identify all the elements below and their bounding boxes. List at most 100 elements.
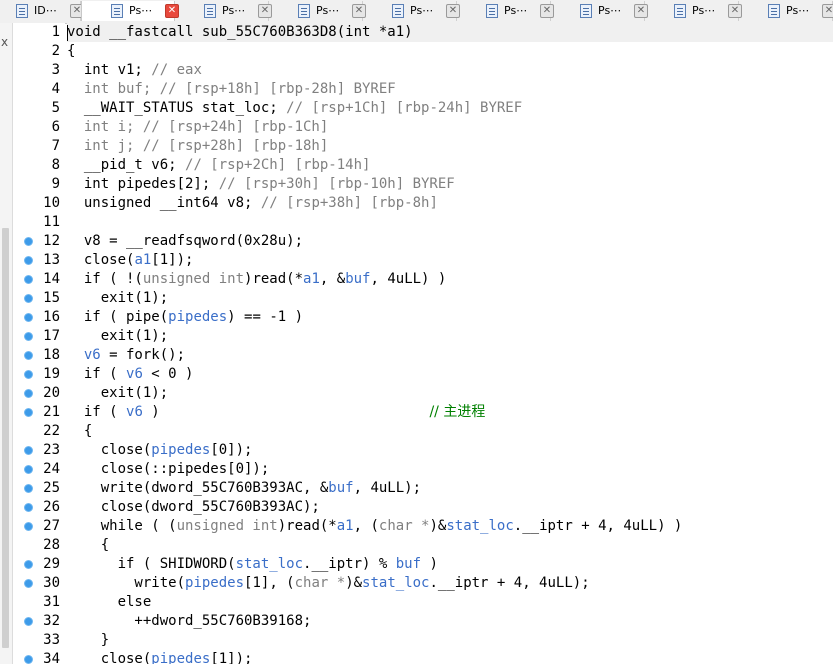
code-line[interactable]: v6 = fork();: [67, 346, 833, 365]
gutter-row[interactable]: 4: [13, 80, 65, 99]
code-line[interactable]: exit(1);: [67, 384, 833, 403]
tab-8[interactable]: Ps⋯ ✕: [645, 1, 742, 21]
gutter-row[interactable]: 33: [13, 631, 65, 650]
code-line[interactable]: close(pipedes[0]);: [67, 441, 833, 460]
gutter-row[interactable]: 31: [13, 593, 65, 612]
breakpoint-dot-icon[interactable]: [24, 617, 33, 626]
gutter-row[interactable]: 22: [13, 422, 65, 441]
tab-4[interactable]: Ps⋯ ✕: [269, 1, 366, 21]
code-line[interactable]: close(a1[1]);: [67, 251, 833, 270]
code-line[interactable]: {: [67, 422, 833, 441]
code-line[interactable]: {: [67, 42, 833, 61]
code-line[interactable]: }: [67, 631, 833, 650]
gutter-row[interactable]: 2: [13, 42, 65, 61]
breakpoint-dot-icon[interactable]: [24, 655, 33, 664]
code-line[interactable]: if ( !(unsigned int)read(*a1, &buf, 4uLL…: [67, 270, 833, 289]
breakpoint-dot-icon[interactable]: [24, 237, 33, 246]
tab-9[interactable]: Ps⋯ ✕: [739, 1, 833, 21]
code-line[interactable]: unsigned __int64 v8; // [rsp+38h] [rbp-8…: [67, 194, 833, 213]
gutter-row[interactable]: 15: [13, 289, 65, 308]
pseudocode-view[interactable]: void __fastcall sub_55C760B363D8(int *a1…: [67, 23, 833, 664]
gutter-row[interactable]: 18: [13, 346, 65, 365]
code-line[interactable]: close(dword_55C760B393AC);: [67, 498, 833, 517]
code-line[interactable]: else: [67, 593, 833, 612]
gutter-row[interactable]: 20: [13, 384, 65, 403]
left-panel-close-icon[interactable]: x: [1, 35, 8, 49]
breakpoint-dot-icon[interactable]: [24, 275, 33, 284]
gutter-row[interactable]: 34: [13, 650, 65, 669]
gutter-row[interactable]: 10: [13, 194, 65, 213]
breakpoint-dot-icon[interactable]: [24, 503, 33, 512]
gutter-row[interactable]: 8: [13, 156, 65, 175]
code-line[interactable]: if ( v6 < 0 ): [67, 365, 833, 384]
gutter-row[interactable]: 29: [13, 555, 65, 574]
breakpoint-dot-icon[interactable]: [24, 351, 33, 360]
breakpoint-dot-icon[interactable]: [24, 560, 33, 569]
tab-6[interactable]: Ps⋯ ✕: [457, 1, 554, 21]
gutter-row[interactable]: 28: [13, 536, 65, 555]
breakpoint-dot-icon[interactable]: [24, 446, 33, 455]
code-line[interactable]: int i; // [rsp+24h] [rbp-1Ch]: [67, 118, 833, 137]
breakpoint-dot-icon[interactable]: [24, 332, 33, 341]
breakpoint-dot-icon[interactable]: [24, 484, 33, 493]
gutter-row[interactable]: 11: [13, 213, 65, 232]
code-line[interactable]: exit(1);: [67, 327, 833, 346]
tab-3[interactable]: Ps⋯ ✕: [175, 1, 272, 21]
gutter-row[interactable]: 1: [13, 23, 65, 42]
code-line[interactable]: exit(1);: [67, 289, 833, 308]
gutter-row[interactable]: 16: [13, 308, 65, 327]
code-line[interactable]: int buf; // [rsp+18h] [rbp-28h] BYREF: [67, 80, 833, 99]
code-line[interactable]: write(pipedes[1], (char *)&stat_loc.__ip…: [67, 574, 833, 593]
code-line[interactable]: close(::pipedes[0]);: [67, 460, 833, 479]
gutter-row[interactable]: 12: [13, 232, 65, 251]
code-line[interactable]: {: [67, 536, 833, 555]
code-line[interactable]: int pipedes[2]; // [rsp+30h] [rbp-10h] B…: [67, 175, 833, 194]
breakpoint-dot-icon[interactable]: [24, 522, 33, 531]
gutter-row[interactable]: 30: [13, 574, 65, 593]
tab-7[interactable]: Ps⋯ ✕: [551, 1, 648, 21]
gutter-row[interactable]: 19: [13, 365, 65, 384]
gutter-row[interactable]: 23: [13, 441, 65, 460]
breakpoint-dot-icon[interactable]: [24, 313, 33, 322]
gutter-row[interactable]: 26: [13, 498, 65, 517]
gutter-row[interactable]: 3: [13, 61, 65, 80]
code-line[interactable]: [67, 213, 833, 232]
gutter-row[interactable]: 13: [13, 251, 65, 270]
gutter-row[interactable]: 27: [13, 517, 65, 536]
breakpoint-dot-icon[interactable]: [24, 370, 33, 379]
code-line[interactable]: int v1; // eax: [67, 61, 833, 80]
code-line[interactable]: if ( v6 ) // 主进程: [67, 403, 833, 422]
gutter-row[interactable]: 9: [13, 175, 65, 194]
gutter-row[interactable]: 24: [13, 460, 65, 479]
code-line[interactable]: int j; // [rsp+28h] [rbp-18h]: [67, 137, 833, 156]
vertical-scrollbar-thumb[interactable]: [2, 228, 9, 648]
code-line[interactable]: v8 = __readfsqword(0x28u);: [67, 232, 833, 251]
gutter-row[interactable]: 6: [13, 118, 65, 137]
code-line[interactable]: while ( (unsigned int)read(*a1, (char *)…: [67, 517, 833, 536]
gutter-row[interactable]: 21: [13, 403, 65, 422]
gutter-row[interactable]: 7: [13, 137, 65, 156]
code-line[interactable]: write(dword_55C760B393AC, &buf, 4uLL);: [67, 479, 833, 498]
tab-1[interactable]: ID⋯ ✕: [0, 1, 84, 21]
code-line[interactable]: ++dword_55C760B39168;: [67, 612, 833, 631]
gutter-row[interactable]: 32: [13, 612, 65, 631]
tab-5[interactable]: Ps⋯ ✕: [363, 1, 460, 21]
breakpoint-dot-icon[interactable]: [24, 579, 33, 588]
tab-2[interactable]: Ps⋯ ✕: [81, 1, 179, 21]
breakpoint-dot-icon[interactable]: [24, 408, 33, 417]
code-line[interactable]: __WAIT_STATUS stat_loc; // [rsp+1Ch] [rb…: [67, 99, 833, 118]
close-tab-icon[interactable]: ✕: [822, 4, 833, 18]
breakpoint-dot-icon[interactable]: [24, 465, 33, 474]
gutter-row[interactable]: 25: [13, 479, 65, 498]
code-line[interactable]: __pid_t v6; // [rsp+2Ch] [rbp-14h]: [67, 156, 833, 175]
gutter-row[interactable]: 5: [13, 99, 65, 118]
breakpoint-dot-icon[interactable]: [24, 389, 33, 398]
code-line[interactable]: if ( SHIDWORD(stat_loc.__iptr) % buf ): [67, 555, 833, 574]
code-line[interactable]: close(pipedes[1]);: [67, 650, 833, 664]
gutter-row[interactable]: 14: [13, 270, 65, 289]
breakpoint-dot-icon[interactable]: [24, 256, 33, 265]
code-line[interactable]: if ( pipe(pipedes) == -1 ): [67, 308, 833, 327]
code-line[interactable]: void __fastcall sub_55C760B363D8(int *a1…: [67, 23, 833, 42]
breakpoint-dot-icon[interactable]: [24, 294, 33, 303]
gutter-row[interactable]: 17: [13, 327, 65, 346]
